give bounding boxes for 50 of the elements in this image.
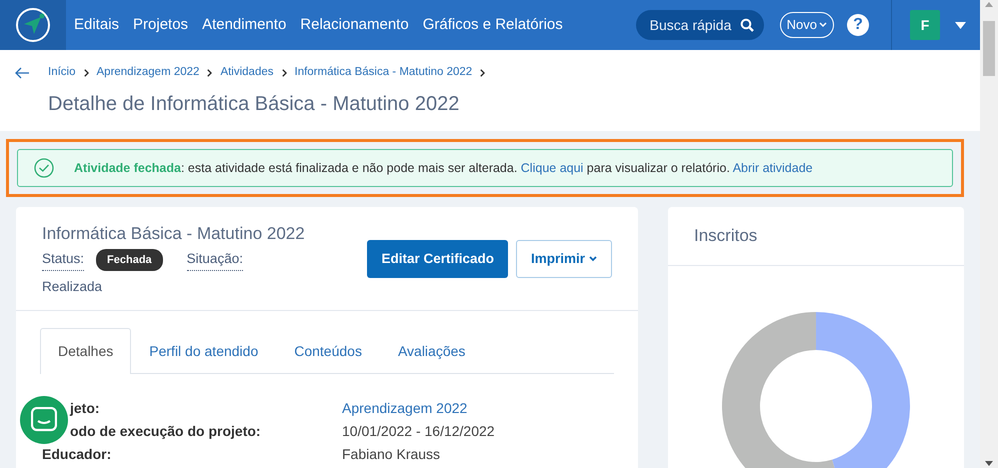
page-title: Detalhe de Informática Básica - Matutino 2022 <box>48 92 460 118</box>
search-field[interactable]: Busca rápida <box>636 10 764 40</box>
breadcrumb-link[interactable]: Atividades <box>220 64 274 82</box>
help-button[interactable]: ? <box>847 14 869 36</box>
user-avatar[interactable]: F <box>910 10 940 40</box>
nav-link[interactable]: Gráficos e Relatórios <box>422 14 563 36</box>
nav-link[interactable]: Relacionamento <box>300 14 409 36</box>
chevron-icon <box>84 68 88 77</box>
chevron-down-icon <box>819 22 827 28</box>
edit-certificate-button[interactable]: Editar Certificado <box>367 240 508 278</box>
breadcrumb-link[interactable]: Informática Básica - Matutino 2022 <box>294 64 472 82</box>
card-title: Inscritos <box>694 225 758 248</box>
back-arrow-icon[interactable] <box>14 66 30 79</box>
detail-label: odo de execução do projeto: <box>69 422 262 442</box>
breadcrumb-link[interactable]: Início <box>48 64 76 82</box>
open-activity-link[interactable]: Abrir atividade <box>732 160 813 175</box>
new-button[interactable]: Novo <box>780 12 834 38</box>
detail-label: jeto: <box>68 399 101 418</box>
scrollbar[interactable] <box>980 0 998 468</box>
tab[interactable]: Conteúdos <box>276 328 380 374</box>
tab[interactable]: Detalhes <box>40 328 132 374</box>
detail-label: Educador: <box>42 445 112 464</box>
check-circle-icon <box>34 158 54 178</box>
alert-message: Atividade fechada: esta atividade está finalizada e não pode mais ser alterada. Clique aqui para visualizar o relatório. Abrir atividade <box>74 160 813 177</box>
activity-title: Informática Básica - Matutino 2022 <box>42 223 305 246</box>
detail-value: 10/01/2022 - 16/12/2022 <box>342 422 495 442</box>
status-badge: Fechada <box>96 248 163 272</box>
project-link[interactable]: Aprendizagem 2022 <box>342 397 468 420</box>
chat-icon <box>31 407 57 433</box>
nav-link[interactable]: Atendimento <box>202 14 286 36</box>
scroll-down-icon[interactable] <box>985 461 993 466</box>
report-link[interactable]: Clique aqui <box>520 160 584 175</box>
caret-icon[interactable] <box>955 22 966 28</box>
situation-label: Situação: <box>186 249 243 271</box>
tab[interactable]: Avaliações <box>380 328 484 374</box>
detail-value: Fabiano Krauss <box>342 445 440 464</box>
status-label: Status: <box>42 249 84 271</box>
breadcrumb-link[interactable]: Aprendizagem 2022 <box>96 64 200 82</box>
chevron-down-icon <box>589 256 597 262</box>
logo-icon[interactable] <box>15 7 51 43</box>
chevron-icon <box>282 68 286 77</box>
chevron-icon <box>207 68 212 77</box>
nav-link[interactable]: Editais <box>74 14 120 36</box>
nav-link[interactable]: Projetos <box>133 14 188 36</box>
situation-value: Realizada <box>42 278 104 296</box>
tab[interactable]: Perfil do atendido <box>131 328 276 374</box>
chevron-icon <box>480 68 486 77</box>
search-icon[interactable] <box>740 18 754 32</box>
scrollbar-thumb[interactable] <box>983 21 995 76</box>
print-dropdown-button[interactable]: Imprimir <box>516 240 612 278</box>
